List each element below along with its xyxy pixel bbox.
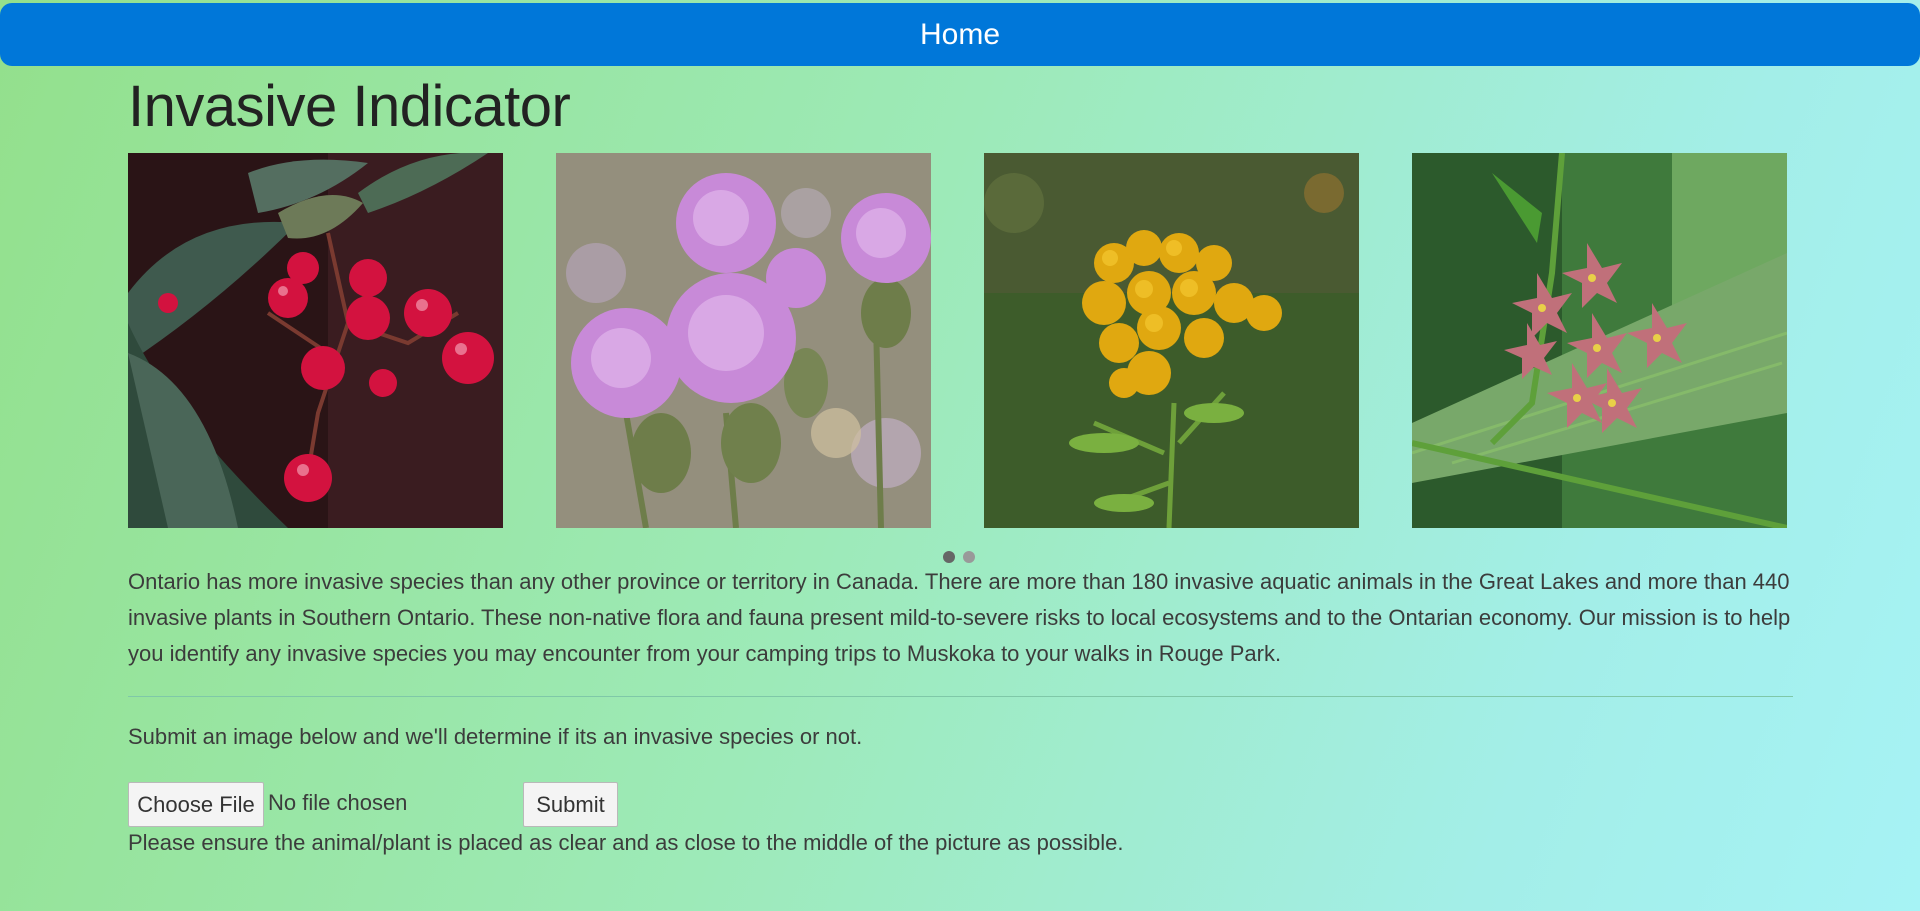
carousel-indicators bbox=[943, 551, 975, 563]
nav-home-link[interactable]: Home bbox=[920, 18, 1000, 52]
page-title: Invasive Indicator bbox=[128, 74, 571, 139]
carousel-slide-swallowwort bbox=[1412, 153, 1787, 528]
upload-hint: Please ensure the animal/plant is placed… bbox=[128, 830, 1124, 855]
section-divider bbox=[128, 696, 1793, 697]
purple-thistle-photo bbox=[556, 153, 931, 528]
submit-button[interactable]: Submit bbox=[523, 782, 618, 827]
yellow-tansy-photo bbox=[984, 153, 1359, 528]
pink-swallowwort-photo bbox=[1412, 153, 1787, 528]
carousel-indicator-2[interactable] bbox=[963, 551, 975, 563]
red-berries-photo bbox=[128, 153, 503, 528]
carousel-slide-thistle bbox=[556, 153, 931, 528]
file-status-text: No file chosen bbox=[268, 790, 408, 815]
carousel-slide-berries bbox=[128, 153, 503, 528]
top-navbar: Home bbox=[0, 3, 1920, 66]
intro-paragraph: Ontario has more invasive species than a… bbox=[128, 569, 1791, 666]
submit-instruction: Submit an image below and we'll determin… bbox=[128, 724, 863, 749]
carousel-indicator-1[interactable] bbox=[943, 551, 955, 563]
choose-file-button[interactable]: Choose File bbox=[128, 782, 264, 827]
image-carousel[interactable] bbox=[128, 153, 1792, 528]
carousel-slide-tansy bbox=[984, 153, 1359, 528]
upload-form: Choose File No file chosen Submit bbox=[128, 782, 728, 827]
